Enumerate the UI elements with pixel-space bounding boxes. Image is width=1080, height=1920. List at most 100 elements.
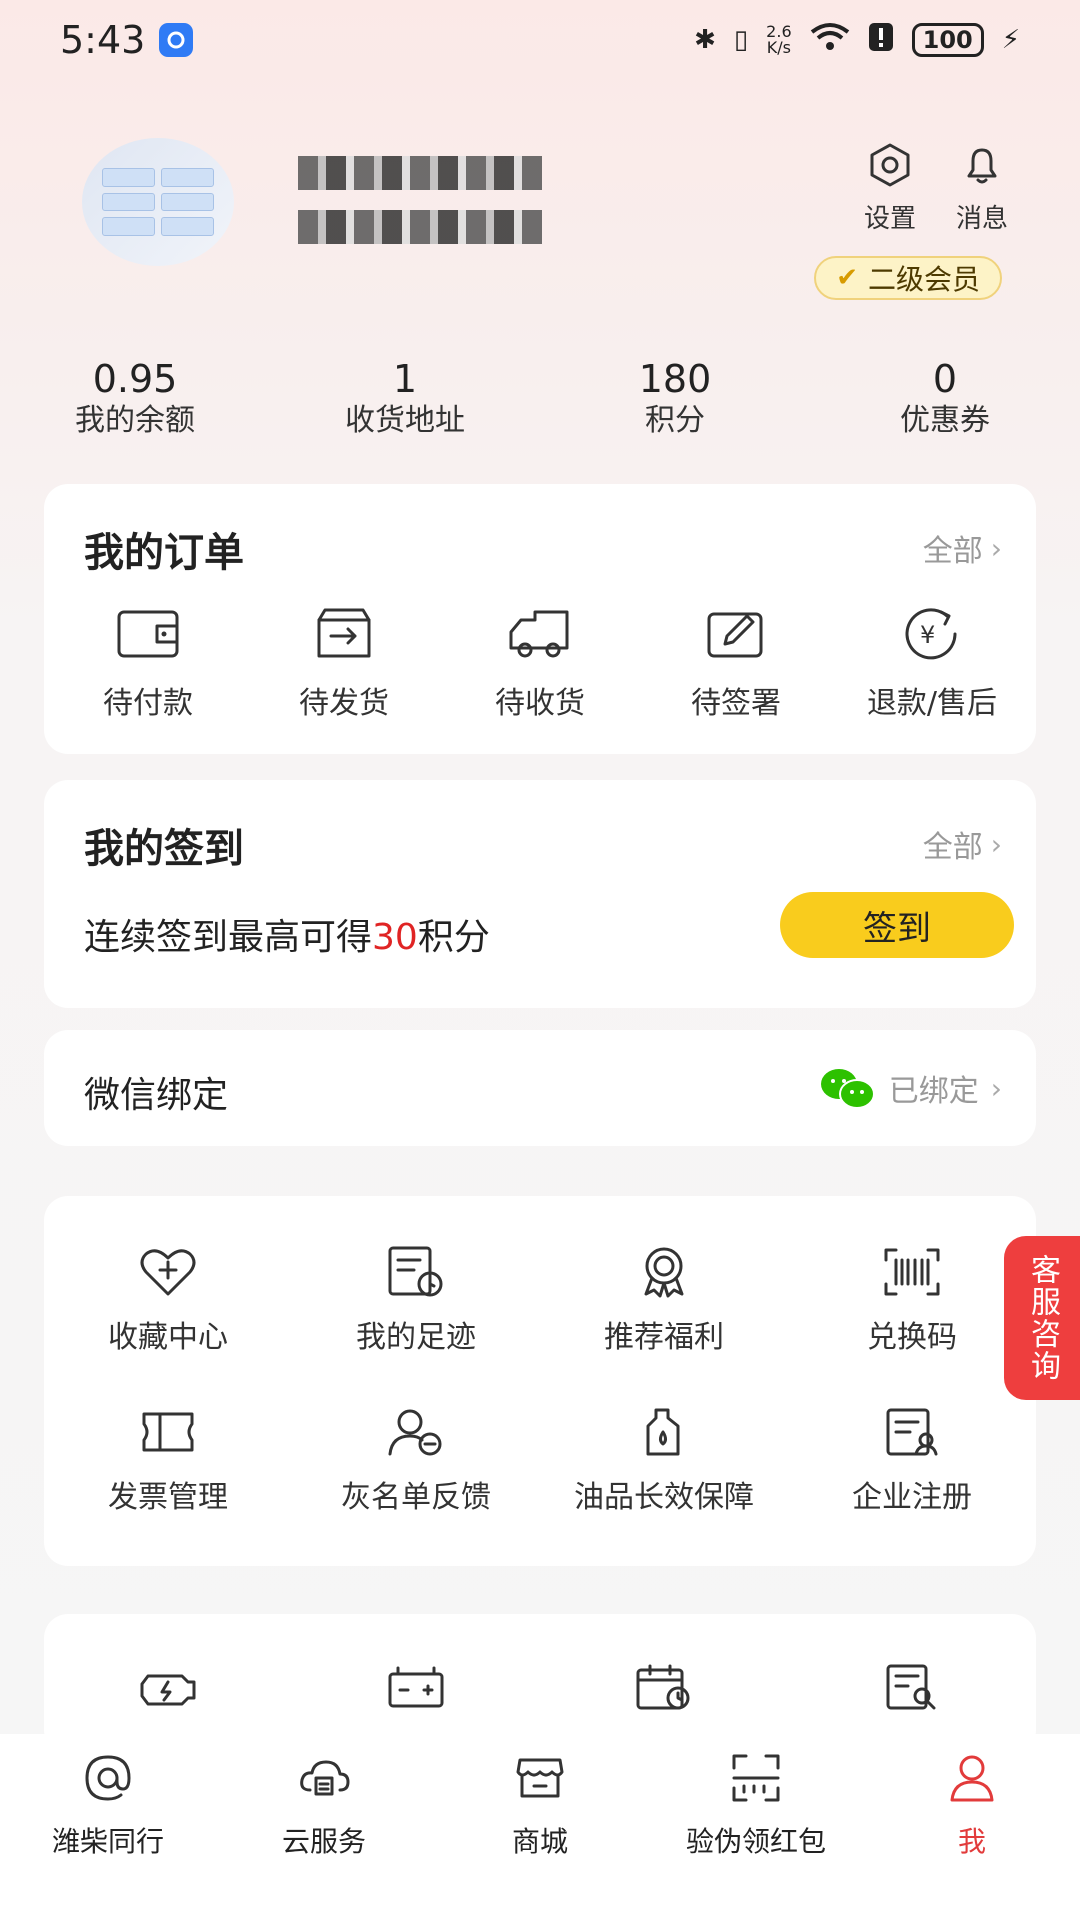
battery-icon [388, 1666, 444, 1708]
history-icon [388, 1246, 443, 1297]
orders-all-label: 全部 [922, 534, 983, 569]
order-label: 待签署 [691, 686, 781, 721]
settings-label: 设置 [863, 204, 916, 234]
order-pending-shipment[interactable]: 待发货 [246, 606, 442, 722]
signin-button[interactable]: 签到 [780, 892, 1014, 958]
medal-icon [644, 1247, 684, 1298]
stat-label: 积分 [645, 403, 705, 438]
app-notification-icon [159, 23, 194, 57]
nav-label: 商城 [511, 1825, 568, 1858]
ticket-icon [142, 1412, 194, 1452]
services-row-2: 发票管理 灰名单反馈 油品长效保障 企业注册 [44, 1406, 1036, 1516]
orders-all-link[interactable]: 全部 › [923, 526, 1002, 570]
signin-description: 连续签到最高可得30积分 [84, 917, 490, 958]
wechat-binding-row[interactable]: 微信绑定 已绑定 › [44, 1030, 1036, 1146]
stat-value: 0.95 [92, 357, 178, 401]
service-label: 推荐福利 [604, 1320, 724, 1355]
heart-plus-icon [140, 1249, 196, 1296]
messages-button[interactable]: 消息 [956, 142, 1008, 235]
service-enterprise-register[interactable]: 企业注册 [788, 1406, 1036, 1516]
member-level-badge[interactable]: ✔ 二级会员 [814, 256, 1002, 300]
stat-address[interactable]: 1 收货地址 [270, 356, 540, 440]
order-pending-receipt[interactable]: 待收货 [442, 606, 638, 722]
member-level-label: 二级会员 [867, 263, 980, 296]
service-oil-guarantee[interactable]: 油品长效保障 [540, 1406, 788, 1516]
nav-me[interactable]: 我 [864, 1752, 1080, 1920]
vibrate-icon: ▯ [733, 25, 749, 55]
nav-mall[interactable]: 商城 [432, 1752, 648, 1920]
truck-icon [509, 610, 569, 658]
chevron-right-icon: › [990, 1071, 1002, 1105]
check-icon: ✔ [836, 263, 858, 293]
status-time: 5:43 [60, 18, 146, 62]
order-refund[interactable]: ¥ 退款/售后 [834, 606, 1030, 722]
tool-schedule[interactable] [540, 1664, 788, 1710]
stat-balance[interactable]: 0.95 我的余额 [0, 356, 270, 440]
ship-out-icon [317, 608, 371, 658]
order-pending-sign[interactable]: 待签署 [638, 606, 834, 722]
signin-card: 我的签到 全部 › 连续签到最高可得30积分 签到 [44, 780, 1036, 1008]
settings-button[interactable]: 设置 [864, 142, 916, 235]
service-redeem-code[interactable]: 兑换码 [788, 1246, 1036, 1356]
avatar[interactable] [82, 138, 234, 266]
refund-icon: ¥ [905, 608, 957, 660]
svg-text:¥: ¥ [920, 621, 935, 649]
status-bar: 5:43 ✱ ▯ 2.6 K/s 100 ⚡ [0, 0, 1080, 80]
signin-all-label: 全部 [922, 830, 983, 865]
services-card: 收藏中心 我的足迹 推荐福利 兑换码 发票管理 灰名单反馈 油品长效保障 企业注… [44, 1196, 1036, 1566]
signin-all-link[interactable]: 全部 › [923, 822, 1002, 866]
nav-label: 验伪领红包 [685, 1825, 826, 1858]
order-label: 待收货 [495, 686, 585, 721]
id-card-icon [886, 1408, 938, 1456]
stat-points[interactable]: 180 积分 [540, 356, 810, 440]
scan-icon [732, 1754, 780, 1802]
stat-coupons[interactable]: 0 优惠券 [810, 356, 1080, 440]
edit-icon [707, 612, 763, 658]
service-label: 兑换码 [867, 1320, 957, 1355]
service-favorites[interactable]: 收藏中心 [44, 1246, 292, 1356]
service-label: 发票管理 [108, 1480, 228, 1515]
at-sign-icon [85, 1755, 131, 1801]
charging-icon: ⚡ [1001, 25, 1020, 55]
orders-row: 待付款 待发货 待收货 待签署 ¥ 退款/售后 [44, 606, 1036, 722]
tools-card [44, 1614, 1036, 1754]
nav-cloud-service[interactable]: 云服务 [216, 1752, 432, 1920]
service-footprints[interactable]: 我的足迹 [292, 1246, 540, 1356]
network-speed: 2.6 K/s [766, 22, 792, 57]
settings-icon [870, 143, 910, 187]
orders-card: 我的订单 全部 › 待付款 待发货 待收货 待签署 ¥ 退款/售后 [44, 484, 1036, 754]
wechat-status-label: 已绑定 [888, 1074, 979, 1109]
nav-label: 云服务 [281, 1825, 366, 1858]
bell-icon [967, 148, 997, 184]
stat-value: 180 [638, 357, 712, 401]
user-icon [950, 1755, 994, 1802]
stat-label: 收货地址 [345, 403, 465, 438]
service-invoice[interactable]: 发票管理 [44, 1406, 292, 1516]
service-graylist[interactable]: 灰名单反馈 [292, 1406, 540, 1516]
engine-icon [140, 1674, 196, 1706]
services-row-1: 收藏中心 我的足迹 推荐福利 兑换码 [44, 1246, 1036, 1356]
masked-username [298, 156, 542, 190]
nav-scan-verify[interactable]: 验伪领红包 [648, 1752, 864, 1920]
stat-value: 1 [392, 357, 418, 401]
order-label: 待付款 [103, 686, 193, 721]
bluetooth-icon: ✱ [694, 25, 716, 55]
chevron-right-icon: › [990, 531, 1002, 565]
service-label: 灰名单反馈 [341, 1480, 491, 1515]
tool-battery[interactable] [292, 1664, 540, 1710]
nav-label: 潍柴同行 [51, 1825, 164, 1858]
tool-engine[interactable] [44, 1664, 292, 1710]
calendar-clock-icon [636, 1664, 690, 1710]
alert-icon [868, 22, 894, 59]
order-pending-payment[interactable]: 待付款 [50, 606, 246, 722]
customer-service-button[interactable]: 客服咨询 [1004, 1236, 1080, 1400]
stat-label: 我的余额 [75, 403, 195, 438]
tool-inspection[interactable] [788, 1664, 1036, 1710]
service-recommend[interactable]: 推荐福利 [540, 1246, 788, 1356]
nav-weichai[interactable]: 潍柴同行 [0, 1752, 216, 1920]
wechat-title: 微信绑定 [84, 1075, 229, 1116]
wechat-icon [820, 1069, 875, 1109]
bottom-nav: 潍柴同行 云服务 商城 验伪领红包 我 [0, 1734, 1080, 1920]
nav-label: 我 [957, 1825, 986, 1858]
document-search-icon [886, 1664, 936, 1710]
